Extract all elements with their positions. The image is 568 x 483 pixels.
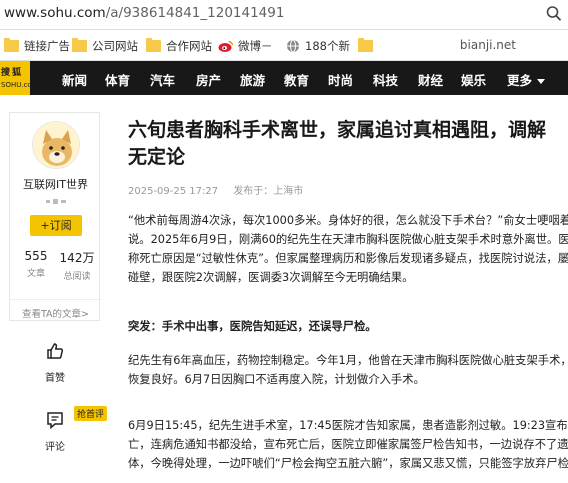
more-articles-link[interactable]: 查看TA的文章> <box>10 299 101 320</box>
folder-icon <box>358 38 373 52</box>
nav-item-sports[interactable]: 体育 <box>105 70 130 89</box>
stat-articles: 555 文章 <box>16 249 56 279</box>
paragraph-line: 亡，连病危通知书都没给，宣布死亡后，医院立即催家属签尸检告知书，一边说存不了遗 <box>128 438 568 451</box>
doge-avatar-image <box>33 122 79 168</box>
article-title: 六旬患者胸科手术离世，家属追讨真相遇阻，调解 无定论 <box>128 117 558 171</box>
comment-button[interactable]: 抢首评 评论 <box>30 406 108 453</box>
publish-date: 2025-09-25 17:27 <box>128 186 219 197</box>
folder-icon <box>72 38 87 52</box>
publish-location: 发布于：上海市 <box>233 186 304 197</box>
paragraph-3: 6月9日15:45，纪先生进手术室，17:45医院才告知家属，患者造影剂过敏。1… <box>128 416 568 473</box>
nav-item-finance[interactable]: 财经 <box>418 70 443 89</box>
bookmark-5[interactable] <box>358 38 378 54</box>
zoom-icon[interactable] <box>546 5 562 23</box>
nav-item-auto[interactable]: 汽车 <box>150 70 175 89</box>
globe-icon <box>287 39 299 53</box>
paragraph-line: “他术前每周游4次泳，每次1000多米。身体好的很，怎么就没下手术台？”俞女士哽… <box>128 214 568 227</box>
logo-text: 搜狐 <box>1 68 24 78</box>
badge-icon <box>46 199 66 204</box>
comment-icon <box>47 412 63 430</box>
article-subhead: 突发：手术中出事，医院告知延迟，还误导尸检。 <box>128 320 377 333</box>
weibo-icon <box>218 40 234 52</box>
sohu-logo[interactable]: 搜狐 SOHU.com <box>0 61 30 95</box>
paragraph-line: 说。2025年6月9日，刚满60的纪先生在天津市胸科医院做心脏支架手术时意外离世… <box>128 233 568 246</box>
bookmark-1[interactable]: 公司网站 <box>72 38 138 54</box>
like-label: 首赞 <box>45 373 65 384</box>
paragraph-line: 碰壁，跟医院2次调解，医调委3次调解至今无明确结果。 <box>128 271 414 284</box>
nav-more-label: 更多 <box>507 73 533 88</box>
bookmark-label: 微博－ <box>238 39 273 53</box>
folder-icon <box>146 38 161 52</box>
author-name[interactable]: 互联网IT世界 <box>10 176 101 192</box>
paragraph-2: 纪先生有6年高血压，药物控制稳定。今年1月，他曾在天津市胸科医院做心脏支架手术，… <box>128 351 568 389</box>
bookmark-0[interactable]: 链接广告 <box>4 38 70 54</box>
nav-item-fashion[interactable]: 时尚 <box>328 70 353 89</box>
bookmark-2[interactable]: 合作网站 <box>146 38 212 54</box>
bookmark-label: 合作网站 <box>166 39 212 53</box>
bookmark-right-text[interactable]: bianji.net <box>460 38 516 52</box>
nav-item-house[interactable]: 房产 <box>196 70 221 89</box>
folder-icon <box>4 38 19 52</box>
bookmark-label: 188个新 <box>305 39 350 53</box>
nav-item-edu[interactable]: 教育 <box>284 70 309 89</box>
bookmark-4[interactable]: 188个新 <box>286 38 350 54</box>
logo-domain: SOHU.com <box>1 81 30 89</box>
author-card: 互联网IT世界 +订阅 555 文章 142万 总阅读 查看TA的文章> <box>9 112 101 321</box>
nav-item-ent[interactable]: 娱乐 <box>461 70 486 89</box>
article-meta: 2025-09-25 17:27 发布于：上海市 <box>128 182 303 197</box>
paragraph-line: 恢复良好。6月7日因胸口不适再度入院，计划做介入手术。 <box>128 373 425 386</box>
title-line-1: 六旬患者胸科手术离世，家属追讨真相遇阻，调解 <box>128 119 547 141</box>
paragraph-line: 称死亡原因是“过敏性休克”。但家属整理病历和影像后发现诸多疑点，找医院讨说法，屡… <box>128 252 568 265</box>
first-comment-badge: 抢首评 <box>74 406 108 421</box>
paragraph-1: “他术前每周游4次泳，每次1000多米。身体好的很，怎么就没下手术台？”俞女士哽… <box>128 211 568 287</box>
bookmark-3[interactable]: 微博－ <box>218 38 273 54</box>
bookmark-label: 链接广告 <box>24 39 70 53</box>
sidebar: 互联网IT世界 +订阅 555 文章 142万 总阅读 查看TA的文章> 首赞 <box>0 95 108 483</box>
url-text[interactable]: www.sohu.com/a/938614841_120141491 <box>4 5 284 21</box>
paragraph-line: 纪先生有6年高血压，药物控制稳定。今年1月，他曾在天津市胸科医院做心脏支架手术， <box>128 354 568 367</box>
url-host: www.sohu.com <box>4 5 106 21</box>
bookmark-label: 公司网站 <box>92 39 138 53</box>
views-label: 总阅读 <box>63 272 91 282</box>
title-line-2: 无定论 <box>128 146 186 168</box>
chevron-down-icon <box>537 79 546 84</box>
nav-item-more[interactable]: 更多 <box>507 70 546 89</box>
views-count: 142万 <box>59 251 95 265</box>
articles-count: 555 <box>24 249 48 263</box>
site-nav: 搜狐 SOHU.com 新闻 体育 汽车 房产 旅游 教育 时尚 科技 财经 娱… <box>0 61 568 95</box>
comment-label: 评论 <box>45 442 65 453</box>
nav-item-travel[interactable]: 旅游 <box>240 70 265 89</box>
author-badges <box>45 197 67 208</box>
url-path: /a/938614841_120141491 <box>105 5 285 21</box>
thumbs-up-icon <box>47 343 64 359</box>
avatar[interactable] <box>32 121 80 169</box>
nav-item-news[interactable]: 新闻 <box>62 70 87 89</box>
follow-button[interactable]: +订阅 <box>30 215 82 236</box>
like-button[interactable]: 首赞 <box>30 342 80 384</box>
paragraph-line: 6月9日15:45，纪先生进手术室，17:45医院才告知家属，患者造影剂过敏。1… <box>128 419 568 432</box>
bookmarks-bar: 链接广告 公司网站 合作网站 微博－ 188个新 bianji.net <box>0 30 568 61</box>
stat-views: 142万 总阅读 <box>57 249 97 282</box>
paragraph-line: 体，今晚得处理，一边吓唬们“尸检会掏空五脏六腑”，家属又悲又慌，只能签字放弃尸检… <box>128 457 568 470</box>
articles-label: 文章 <box>26 269 45 279</box>
address-bar[interactable]: www.sohu.com/a/938614841_120141491 <box>0 0 568 30</box>
nav-item-tech[interactable]: 科技 <box>373 70 398 89</box>
